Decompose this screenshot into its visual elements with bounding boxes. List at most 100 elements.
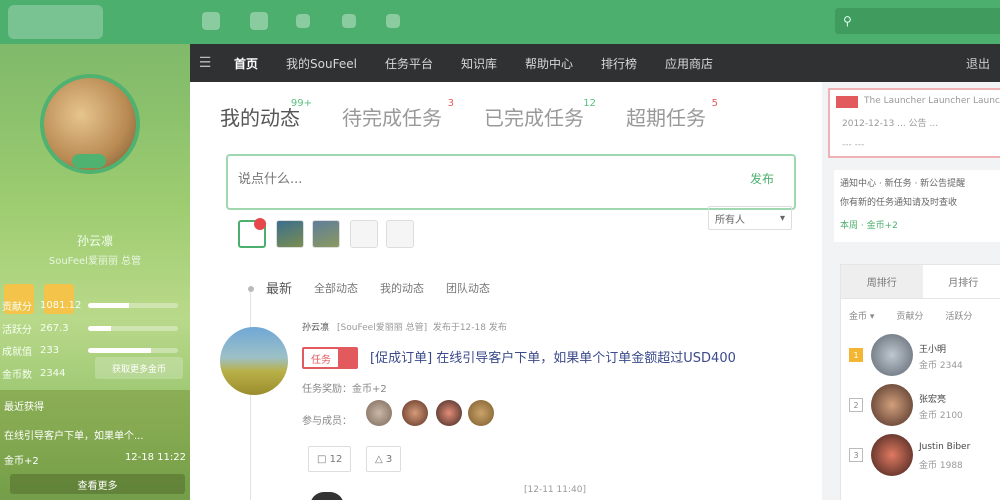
like-count: 3 [385, 453, 393, 465]
chat-icon[interactable] [250, 12, 268, 30]
stat-progress-bar [88, 325, 178, 331]
post-time: 发布于12-18 发布 [432, 323, 507, 333]
nav-item-apps[interactable]: 应用商店 [651, 44, 727, 82]
tab-label: 已完成任务 [484, 106, 584, 130]
visibility-value: 所有人 [715, 214, 745, 226]
notice-line: 2012-12-13 ... 公告 ... [842, 119, 939, 129]
nav-item-home[interactable]: 首页 [220, 44, 272, 82]
nav-item-my-soufeel[interactable]: 我的SouFeel [272, 44, 371, 82]
post-input[interactable] [238, 172, 718, 187]
filter-team[interactable]: 团队动态 [446, 280, 490, 296]
task-tag: 任务 [302, 347, 358, 369]
tab-my-activity[interactable]: 我的动态 99+ [220, 98, 312, 131]
phone-icon[interactable] [202, 12, 220, 30]
bell-icon[interactable] [342, 14, 356, 28]
rank-row[interactable]: 3 Justin Biber 金币 1988 [841, 432, 1000, 482]
rank-filter[interactable]: 贡献分 [896, 309, 923, 322]
rank-avatar[interactable] [871, 434, 913, 476]
menu-icon[interactable]: ☰ [190, 44, 220, 82]
filter-latest[interactable]: 最新 [266, 278, 292, 297]
photo-icon[interactable] [312, 220, 340, 248]
recent-text[interactable]: 在线引导客户下单，如果单个... [4, 427, 186, 442]
post-title[interactable]: [促成订单] 在线引导客户下单，如果单个订单金额超过USD400 [370, 347, 736, 366]
search-input[interactable] [857, 14, 988, 28]
post-submit-button[interactable]: 发布 [750, 170, 774, 187]
post-author-avatar[interactable] [220, 327, 288, 395]
post-composer[interactable]: 发布 [226, 154, 796, 210]
nav-item-help[interactable]: 帮助中心 [511, 44, 587, 82]
profile-name[interactable]: 孙云凛 [0, 232, 190, 249]
rank-row[interactable]: 1 王小明 金币 2344 [841, 332, 1000, 382]
filter-all[interactable]: 全部动态 [314, 280, 358, 296]
get-more-coins-button[interactable]: 获取更多金币 [95, 357, 183, 379]
stat-label: 活跃分 [2, 324, 32, 336]
filter-mine[interactable]: 我的动态 [380, 280, 424, 296]
tab-weekly-rank[interactable]: 周排行 [841, 265, 923, 298]
nav-item-ranking[interactable]: 排行榜 [587, 44, 651, 82]
stat-row: 贡献分 1081.12 [2, 296, 187, 314]
logout-link[interactable]: 退出 [966, 55, 990, 72]
recent-reward: 金币+2 [4, 456, 39, 467]
rank-name[interactable]: 张宏亮 [919, 392, 946, 405]
rank-filter[interactable]: 活跃分 [945, 309, 972, 322]
nav-item-knowledge[interactable]: 知识库 [447, 44, 511, 82]
notification-dot [254, 218, 266, 230]
tab-pending-tasks[interactable]: 待完成任务 3 [342, 98, 454, 131]
post-author[interactable]: 孙云凛 [302, 323, 329, 333]
task-tag-label: 任务 [304, 349, 338, 367]
app-logo[interactable] [8, 5, 103, 39]
tab-label: 我的动态 [220, 106, 300, 130]
tab-overdue-tasks[interactable]: 超期任务 5 [626, 98, 718, 131]
next-post-avatar[interactable] [310, 492, 344, 500]
stat-row: 活跃分 267.3 [2, 319, 187, 337]
main-nav: ☰ 首页 我的SouFeel 任务平台 知识库 帮助中心 排行榜 应用商店 退出 [190, 44, 1000, 82]
post-author-role: [SouFeel爱丽丽 总管] [337, 323, 428, 333]
rank-score: 金币 1988 [919, 461, 963, 471]
image-icon[interactable] [276, 220, 304, 248]
ranking-panel: 周排行 月排行 金币 ▾ 贡献分 活跃分 1 王小明 金币 2344 2 张宏亮… [840, 264, 1000, 500]
timeline-dot [248, 286, 254, 292]
recent-time: 12-18 11:22 [124, 452, 186, 463]
chevron-down-icon: ▾ [779, 212, 785, 224]
stat-label: 金币数 [2, 369, 32, 381]
tab-completed-tasks[interactable]: 已完成任务 12 [484, 98, 596, 131]
comment-button[interactable]: □ 12 [308, 446, 352, 472]
rank-name[interactable]: 王小明 [919, 342, 946, 355]
level-badge [72, 154, 106, 168]
member-avatar[interactable] [436, 400, 462, 426]
member-avatar[interactable] [402, 400, 428, 426]
info-line: 本周 · 金币+2 [840, 221, 898, 231]
feed-filters: 最新 全部动态 我的动态 团队动态 [266, 278, 512, 298]
stat-progress-bar [88, 302, 178, 308]
comment-icon: □ [317, 453, 330, 465]
rank-number: 2 [849, 398, 863, 412]
member-avatar[interactable] [366, 400, 392, 426]
member-avatar[interactable] [468, 400, 494, 426]
tab-badge: 99+ [290, 98, 312, 109]
tab-badge: 12 [583, 98, 596, 109]
nav-item-tasks[interactable]: 任务平台 [371, 44, 447, 82]
visibility-select[interactable]: 所有人 ▾ [708, 206, 792, 230]
notice-card[interactable]: The Launcher Launcher Launcher 2012-12-1… [828, 88, 1000, 158]
stat-value: 1081.12 [40, 299, 82, 311]
rank-filter[interactable]: 金币 ▾ [849, 309, 874, 322]
search-icon: ⚲ [843, 14, 852, 28]
tab-monthly-rank[interactable]: 月排行 [922, 265, 1000, 298]
like-button[interactable]: △ 3 [366, 446, 402, 472]
rank-avatar[interactable] [871, 384, 913, 426]
settings-icon[interactable] [386, 14, 400, 28]
rank-name[interactable]: Justin Biber [919, 442, 970, 452]
feed-tabs: 我的动态 99+ 待完成任务 3 已完成任务 12 超期任务 5 [220, 98, 748, 131]
rank-avatar[interactable] [871, 334, 913, 376]
view-more-button[interactable]: 查看更多 [10, 474, 185, 494]
mail-icon[interactable] [296, 14, 310, 28]
info-card: 通知中心 · 新任务 · 新公告提醒 你有新的任务通知请及时查收 本周 · 金币… [834, 170, 1000, 242]
notice-title: The Launcher Launcher Launcher [864, 96, 1000, 106]
search-box[interactable]: ⚲ [835, 8, 1000, 34]
emoji-icon[interactable] [386, 220, 414, 248]
next-post-meta: [12-11 11:40] [524, 485, 586, 495]
attachment-icon[interactable] [350, 220, 378, 248]
post-meta: 孙云凛 [SouFeel爱丽丽 总管] 发布于12-18 发布 [302, 320, 507, 333]
rank-row[interactable]: 2 张宏亮 金币 2100 [841, 382, 1000, 432]
right-column: The Launcher Launcher Launcher 2012-12-1… [822, 82, 1000, 500]
